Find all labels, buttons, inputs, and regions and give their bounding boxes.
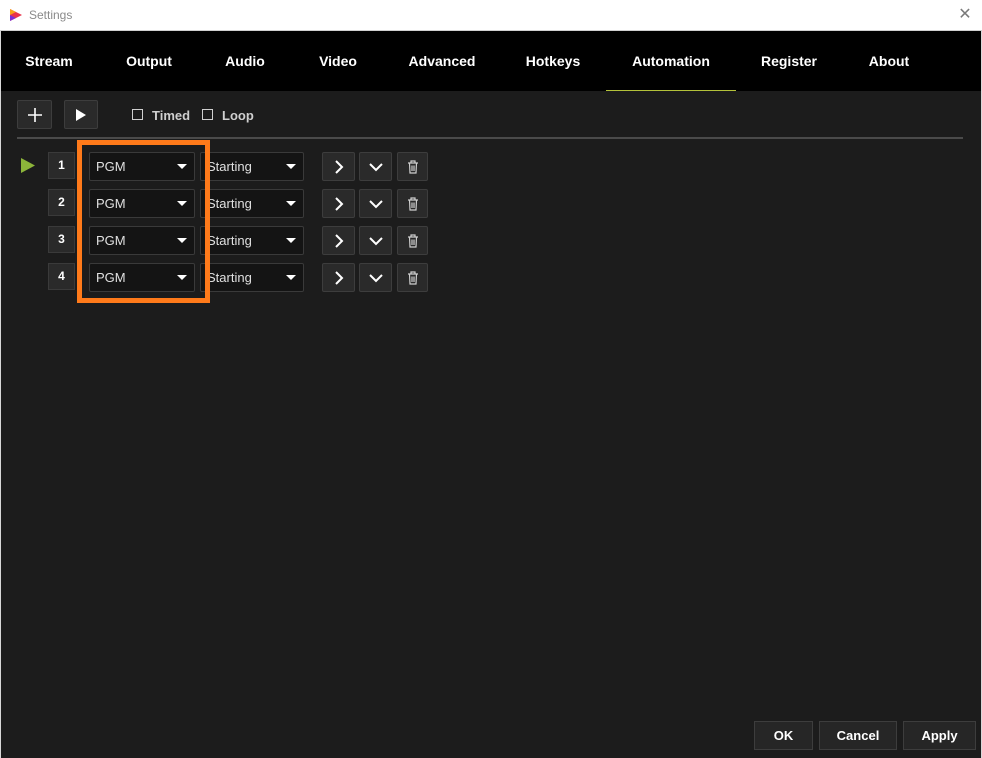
action-value: Starting bbox=[207, 233, 252, 248]
apply-button[interactable]: Apply bbox=[903, 721, 976, 750]
source-value: PGM bbox=[96, 159, 126, 174]
step-number: 3 bbox=[48, 226, 75, 253]
tab-stream[interactable]: Stream bbox=[14, 31, 84, 91]
current-step-play-icon bbox=[21, 158, 35, 173]
source-dropdown[interactable]: PGM bbox=[89, 226, 195, 255]
window-title: Settings bbox=[29, 8, 73, 22]
tab-output[interactable]: Output bbox=[114, 31, 184, 91]
close-icon[interactable]: ✕ bbox=[958, 6, 972, 24]
source-value: PGM bbox=[96, 270, 126, 285]
tab-advanced[interactable]: Advanced bbox=[402, 31, 482, 91]
caret-down-icon bbox=[286, 238, 296, 243]
action-dropdown[interactable]: Starting bbox=[200, 263, 304, 292]
add-step-button[interactable] bbox=[17, 100, 52, 129]
tab-bar: Stream Output Audio Video Advanced Hotke… bbox=[0, 31, 982, 91]
tab-video[interactable]: Video bbox=[303, 31, 373, 91]
trash-icon bbox=[407, 270, 418, 285]
move-down-button[interactable] bbox=[359, 226, 392, 255]
action-value: Starting bbox=[207, 159, 252, 174]
run-automation-button[interactable] bbox=[64, 100, 98, 129]
source-dropdown[interactable]: PGM bbox=[89, 152, 195, 181]
play-icon bbox=[76, 108, 86, 121]
window-border-left bbox=[0, 31, 1, 758]
tab-register[interactable]: Register bbox=[754, 31, 824, 91]
timed-label: Timed bbox=[152, 108, 191, 123]
action-dropdown[interactable]: Starting bbox=[200, 189, 304, 218]
ok-button[interactable]: OK bbox=[754, 721, 813, 750]
run-step-button[interactable] bbox=[322, 263, 355, 292]
caret-down-icon bbox=[286, 201, 296, 206]
step-number: 4 bbox=[48, 263, 75, 290]
action-value: Starting bbox=[207, 270, 252, 285]
chevron-down-icon bbox=[368, 162, 383, 171]
tab-audio[interactable]: Audio bbox=[210, 31, 280, 91]
source-dropdown[interactable]: PGM bbox=[89, 263, 195, 292]
chevron-right-icon bbox=[334, 270, 343, 285]
action-value: Starting bbox=[207, 196, 252, 211]
caret-down-icon bbox=[286, 275, 296, 280]
app-logo-icon bbox=[10, 9, 22, 21]
chevron-down-icon bbox=[368, 199, 383, 208]
chevron-right-icon bbox=[334, 233, 343, 248]
caret-down-icon bbox=[177, 164, 187, 169]
cancel-button[interactable]: Cancel bbox=[819, 721, 897, 750]
title-bar: Settings ✕ bbox=[0, 0, 982, 31]
caret-down-icon bbox=[286, 164, 296, 169]
run-step-button[interactable] bbox=[322, 152, 355, 181]
toolbar-separator bbox=[17, 137, 963, 139]
delete-step-button[interactable] bbox=[397, 152, 428, 181]
run-step-button[interactable] bbox=[322, 226, 355, 255]
caret-down-icon bbox=[177, 275, 187, 280]
delete-step-button[interactable] bbox=[397, 263, 428, 292]
delete-step-button[interactable] bbox=[397, 189, 428, 218]
run-step-button[interactable] bbox=[322, 189, 355, 218]
step-number: 1 bbox=[48, 152, 75, 179]
trash-icon bbox=[407, 159, 418, 174]
move-down-button[interactable] bbox=[359, 263, 392, 292]
chevron-right-icon bbox=[334, 196, 343, 211]
source-value: PGM bbox=[96, 196, 126, 211]
caret-down-icon bbox=[177, 238, 187, 243]
step-number: 2 bbox=[48, 189, 75, 216]
source-dropdown[interactable]: PGM bbox=[89, 189, 195, 218]
plus-icon bbox=[27, 107, 42, 122]
move-down-button[interactable] bbox=[359, 189, 392, 218]
action-dropdown[interactable]: Starting bbox=[200, 226, 304, 255]
timed-checkbox[interactable] bbox=[132, 109, 143, 120]
caret-down-icon bbox=[177, 201, 187, 206]
chevron-right-icon bbox=[334, 159, 343, 174]
delete-step-button[interactable] bbox=[397, 226, 428, 255]
move-down-button[interactable] bbox=[359, 152, 392, 181]
chevron-down-icon bbox=[368, 273, 383, 282]
tab-hotkeys[interactable]: Hotkeys bbox=[518, 31, 588, 91]
tab-automation[interactable]: Automation bbox=[606, 31, 736, 91]
source-value: PGM bbox=[96, 233, 126, 248]
action-dropdown[interactable]: Starting bbox=[200, 152, 304, 181]
loop-checkbox[interactable] bbox=[202, 109, 213, 120]
trash-icon bbox=[407, 196, 418, 211]
trash-icon bbox=[407, 233, 418, 248]
chevron-down-icon bbox=[368, 236, 383, 245]
tab-about[interactable]: About bbox=[854, 31, 924, 91]
loop-label: Loop bbox=[222, 108, 254, 123]
